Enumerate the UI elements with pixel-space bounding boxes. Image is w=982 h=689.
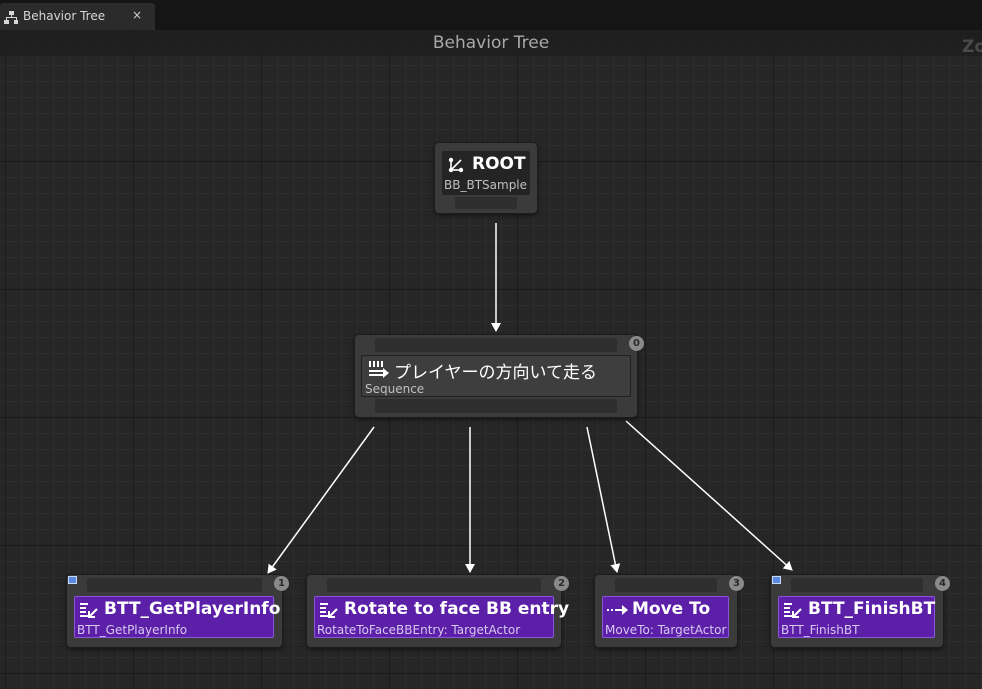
task-title: Move To	[632, 599, 711, 619]
task-subtitle: BTT_GetPlayerInfo	[77, 623, 188, 637]
task-subtitle: BTT_FinishBT	[781, 623, 860, 637]
task-icon	[783, 601, 803, 623]
tab-bar: Behavior Tree ×	[0, 0, 982, 30]
tab-behavior-tree[interactable]: Behavior Tree ×	[0, 3, 155, 30]
sequence-output-pin[interactable]	[375, 399, 617, 413]
task-node-move-to[interactable]: Move To MoveTo: TargetActor	[595, 575, 737, 647]
task-index-badge: 2	[554, 576, 569, 591]
task-node-body: BTT_FinishBT BTT_FinishBT	[778, 596, 935, 638]
root-subtitle: BB_BTSample	[444, 178, 528, 192]
root-branch-icon	[448, 157, 464, 177]
task-input-pin[interactable]	[791, 578, 923, 592]
blueprint-marker-icon	[68, 576, 77, 584]
task-node-rotate-to-face[interactable]: Rotate to face BB entry RotateToFaceBBEn…	[307, 575, 569, 647]
behavior-tree-icon	[4, 11, 18, 27]
sequence-subtitle: Sequence	[365, 382, 425, 396]
sequence-node[interactable]: プレイヤーの方向いて走る Sequence	[355, 335, 637, 417]
wire-sequence-task-3	[586, 426, 621, 573]
root-output-pin[interactable]	[455, 197, 517, 209]
sequence-input-pin[interactable]	[375, 338, 617, 352]
tab-label: Behavior Tree	[23, 9, 106, 23]
task-node-body: Rotate to face BB entry RotateToFaceBBEn…	[314, 596, 569, 638]
move-to-icon	[606, 602, 630, 622]
task-subtitle: MoveTo: TargetActor	[605, 623, 727, 637]
task-node-get-player-info[interactable]: BTT_GetPlayerInfo BTT_GetPlayerInfo	[67, 575, 282, 647]
wire-sequence-task-1	[267, 426, 375, 574]
task-index-badge: 1	[274, 576, 289, 591]
root-title: ROOT	[472, 154, 526, 174]
task-subtitle: RotateToFaceBBEntry: TargetActor	[317, 623, 521, 637]
wire-sequence-task-4	[625, 420, 793, 571]
task-title: BTT_FinishBT	[808, 599, 936, 619]
close-icon[interactable]: ×	[132, 8, 142, 22]
task-icon	[79, 601, 99, 623]
sequence-icon	[368, 360, 390, 382]
behavior-tree-graph[interactable]: Behavior Tree Zo ROOT BB_BTSample プレイヤーの…	[0, 30, 982, 689]
task-icon	[319, 601, 339, 623]
task-input-pin[interactable]	[327, 578, 541, 592]
root-node[interactable]: ROOT BB_BTSample	[435, 143, 537, 213]
sequence-node-body: プレイヤーの方向いて走る Sequence	[361, 355, 631, 397]
task-node-body: BTT_GetPlayerInfo BTT_GetPlayerInfo	[74, 596, 280, 638]
sequence-index-badge: 0	[629, 336, 644, 351]
root-node-body: ROOT BB_BTSample	[442, 151, 530, 195]
task-title: Rotate to face BB entry	[344, 599, 570, 619]
sequence-title: プレイヤーの方向いて走る	[394, 363, 597, 383]
task-index-badge: 3	[729, 576, 744, 591]
blueprint-marker-icon	[772, 576, 781, 584]
task-input-pin[interactable]	[87, 578, 262, 592]
task-input-pin[interactable]	[615, 578, 717, 592]
task-node-finish-bt[interactable]: BTT_FinishBT BTT_FinishBT	[771, 575, 943, 647]
task-title: BTT_GetPlayerInfo	[104, 599, 281, 619]
task-index-badge: 4	[935, 576, 950, 591]
task-node-body: Move To MoveTo: TargetActor	[602, 596, 729, 638]
